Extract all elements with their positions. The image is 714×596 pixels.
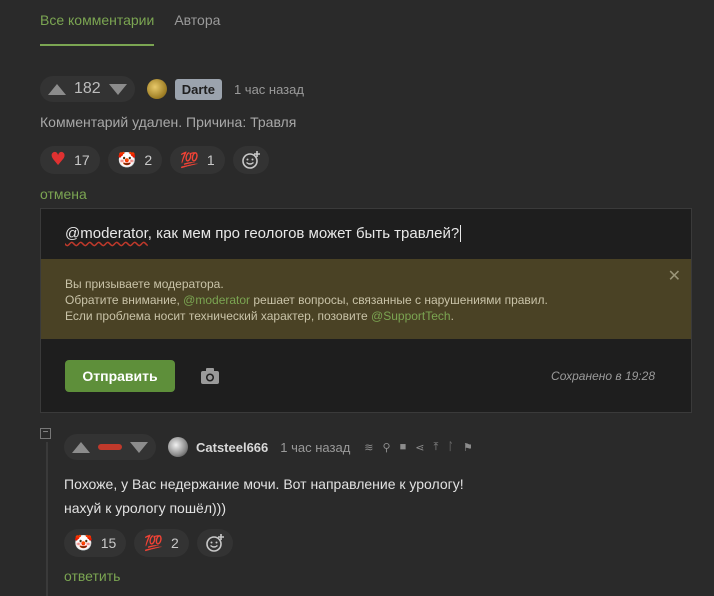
comment-time[interactable]: 1 час назад	[234, 82, 304, 97]
vote-control	[64, 434, 156, 460]
reaction-hundred[interactable]: 💯 1	[170, 146, 225, 174]
author-name[interactable]: Catsteel666	[196, 440, 268, 455]
link-icon[interactable]: ⚲	[383, 441, 391, 454]
add-emoji-icon	[241, 151, 260, 169]
negative-rating-indicator	[98, 444, 122, 450]
upvote-icon[interactable]	[72, 441, 90, 453]
upvote-icon[interactable]	[48, 83, 66, 95]
camera-icon[interactable]	[201, 368, 219, 384]
thread-line[interactable]	[46, 442, 48, 596]
vote-control: 182	[40, 76, 135, 102]
comment2-body: Похоже, у Вас недержание мочи. Вот напра…	[64, 472, 464, 520]
downvote-icon[interactable]	[108, 83, 127, 95]
downvote-icon[interactable]	[130, 441, 148, 453]
editor-input[interactable]: @moderator, как мем про геологов может б…	[65, 225, 462, 242]
mention-text: @moderator	[65, 225, 148, 242]
reaction-count: 2	[170, 535, 179, 551]
editor-text-rest: , как мем про геологов может быть травле…	[147, 225, 460, 242]
comment2-reactions: 🤡 15 💯 2	[64, 529, 233, 557]
add-reaction-button[interactable]	[196, 529, 233, 557]
comment2-header: Catsteel666 1 час назад ≋ ⚲ ■ ⋖ ⤒ ᛚ ⚑	[64, 434, 473, 460]
comment-tabs: Все комментарии Автора	[40, 0, 240, 46]
reaction-count: 2	[144, 152, 153, 168]
reaction-heart[interactable]: ♥ 17	[40, 146, 100, 174]
add-emoji-icon	[205, 534, 224, 552]
clown-icon: 🤡	[117, 150, 137, 169]
reaction-count: 15	[100, 535, 117, 551]
reaction-count: 17	[74, 152, 90, 168]
rss-icon[interactable]: ≋	[364, 441, 373, 454]
reply-link[interactable]: ответить	[64, 568, 120, 584]
comment-line: нахуй к урологу пошёл)))	[64, 500, 226, 516]
tab-author[interactable]: Автора	[174, 0, 220, 46]
heart-icon: ♥	[50, 149, 67, 170]
hundred-icon: 💯	[180, 150, 199, 169]
clown-icon: 🤡	[74, 533, 93, 552]
submit-button[interactable]: Отправить	[65, 360, 175, 392]
author-name[interactable]: Darte	[174, 78, 222, 100]
notice-line2: Обратите внимание, @moderator решает воп…	[65, 293, 548, 307]
comment-time[interactable]: 1 час назад	[280, 440, 350, 455]
reaction-clown[interactable]: 🤡 15	[64, 529, 127, 557]
share-icon[interactable]: ⋖	[415, 441, 424, 454]
tab-all-comments[interactable]: Все комментарии	[40, 0, 155, 46]
moderator-notice: Вы призываете модератора. Обратите внима…	[41, 259, 691, 339]
moderator-mention-link[interactable]: @moderator	[183, 293, 250, 307]
add-reaction-button[interactable]	[232, 146, 269, 174]
hundred-icon: 💯	[144, 533, 163, 552]
avatar[interactable]	[168, 437, 188, 457]
reaction-clown[interactable]: 🤡 2	[107, 146, 163, 174]
avatar[interactable]	[146, 79, 167, 99]
comment-tools: ≋ ⚲ ■ ⋖ ⤒ ᛚ ⚑	[364, 441, 473, 454]
reaction-hundred[interactable]: 💯 2	[134, 529, 189, 557]
saved-status: Сохранено в 19:28	[551, 369, 655, 383]
branch-icon[interactable]: ᛚ	[447, 441, 454, 453]
flag-icon[interactable]: ⚑	[463, 441, 473, 454]
comment1-reactions: ♥ 17 🤡 2 💯 1	[40, 146, 269, 174]
save-icon[interactable]: ■	[400, 441, 407, 453]
collapse-thread-button[interactable]: −	[40, 428, 51, 439]
scroll-top-icon[interactable]: ⤒	[433, 441, 438, 454]
notice-line1: Вы призываете модератора.	[65, 277, 224, 291]
comment-line: Похоже, у Вас недержание мочи. Вот напра…	[64, 476, 464, 492]
notice-line3: Если проблема носит технический характер…	[65, 309, 454, 323]
deleted-comment-text: Комментарий удален. Причина: Травля	[40, 114, 297, 130]
reply-editor[interactable]: @moderator, как мем про геологов может б…	[40, 208, 692, 413]
cancel-link[interactable]: отмена	[40, 186, 87, 202]
supporttech-mention-link[interactable]: @SupportTech	[371, 309, 451, 323]
rating-count: 182	[74, 80, 101, 97]
reaction-count: 1	[206, 152, 215, 168]
comment1-header: 182 Darte 1 час назад	[40, 76, 304, 102]
close-icon[interactable]: ✕	[668, 269, 681, 285]
